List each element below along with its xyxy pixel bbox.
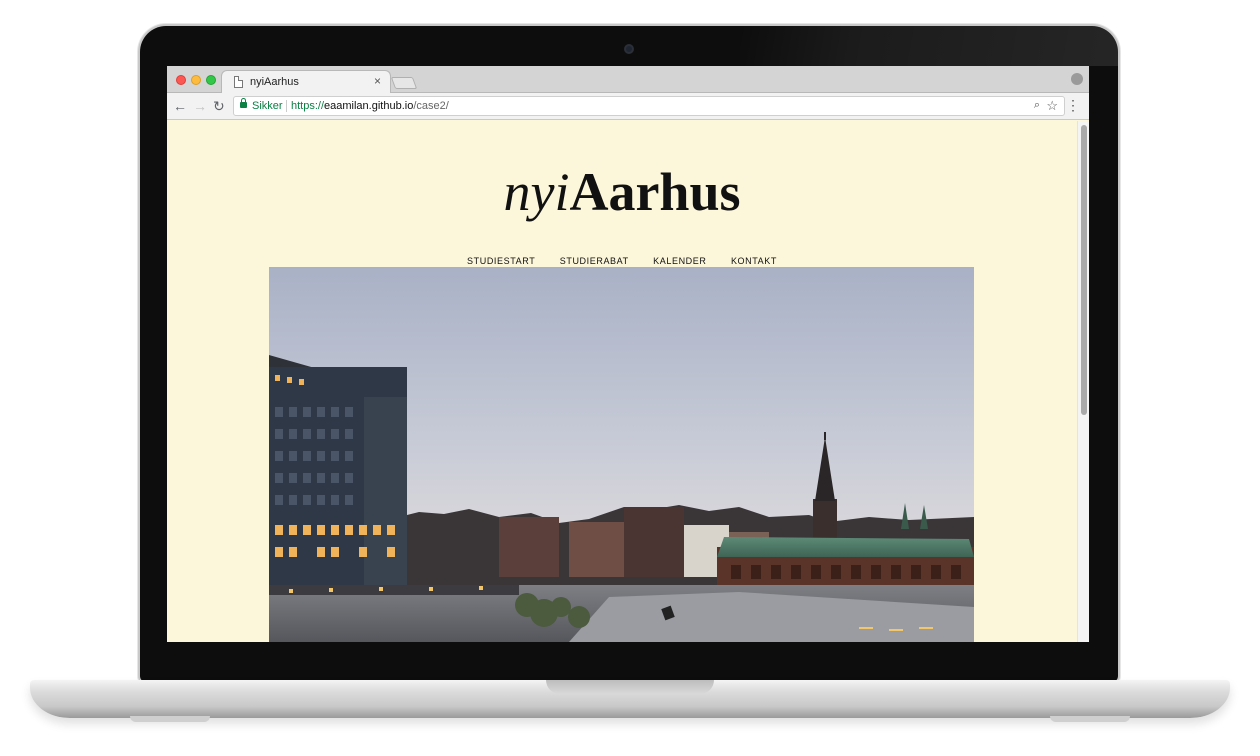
close-window-button[interactable] (176, 75, 186, 85)
new-tab-button[interactable] (390, 77, 418, 89)
browser-menu-icon[interactable]: ⋮ (1066, 97, 1080, 114)
nav-link-studiestart[interactable]: STUDIESTART (467, 256, 535, 266)
nav-link-studierabat[interactable]: STUDIERABAT (560, 256, 629, 266)
logo-italic-part: nyi (503, 162, 570, 222)
laptop-foot-right (1050, 716, 1130, 722)
logo-bold-part: Aarhus (569, 162, 741, 222)
profile-icon[interactable] (1071, 73, 1083, 85)
laptop-foot-left (130, 716, 210, 722)
tab-strip: nyiAarhus × (167, 66, 1089, 93)
back-arrow-icon[interactable]: ← (173, 97, 187, 115)
laptop-notch (546, 680, 714, 694)
address-divider (286, 100, 287, 112)
forward-arrow-icon[interactable]: → (193, 97, 207, 115)
nav-link-kontakt[interactable]: KONTAKT (731, 256, 777, 266)
url-host: eaamilan.github.io (324, 100, 414, 112)
url-text[interactable]: https://eaamilan.github.io/case2/ (291, 100, 449, 112)
browser-window: nyiAarhus × ← → ↻ Sikker https://eaamila… (167, 66, 1089, 642)
bookmark-star-icon[interactable]: ☆ (1046, 98, 1058, 114)
page-icon (234, 76, 243, 88)
hero-photo (269, 267, 974, 642)
url-scheme: https:// (291, 100, 325, 112)
aarhus-skyline-illustration (269, 267, 974, 642)
page-scrollbar[interactable] (1077, 121, 1089, 642)
scrollbar-thumb[interactable] (1081, 125, 1087, 415)
webcam (624, 44, 634, 54)
tab-close-icon[interactable]: × (374, 74, 381, 88)
address-bar[interactable]: Sikker https://eaamilan.github.io/case2/… (233, 96, 1065, 116)
lock-icon (240, 98, 247, 108)
tab-title: nyiAarhus (250, 76, 299, 88)
reload-icon[interactable]: ↻ (213, 97, 225, 115)
minimize-window-button[interactable] (191, 75, 201, 85)
maximize-window-button[interactable] (206, 75, 216, 85)
browser-toolbar: ← → ↻ Sikker https://eaamilan.github.io/… (167, 93, 1089, 120)
web-page: nyiAarhus STUDIESTART STUDIERABAT KALEND… (167, 121, 1077, 642)
lid-reflection (740, 26, 1118, 66)
site-logo[interactable]: nyiAarhus (167, 165, 1077, 219)
zoom-icon[interactable]: ⌕ (1034, 99, 1040, 112)
secure-label: Sikker (252, 100, 283, 112)
tab-nyiaarhus[interactable]: nyiAarhus × (221, 70, 391, 93)
url-path: /case2/ (413, 100, 449, 112)
nav-link-kalender[interactable]: KALENDER (653, 256, 706, 266)
